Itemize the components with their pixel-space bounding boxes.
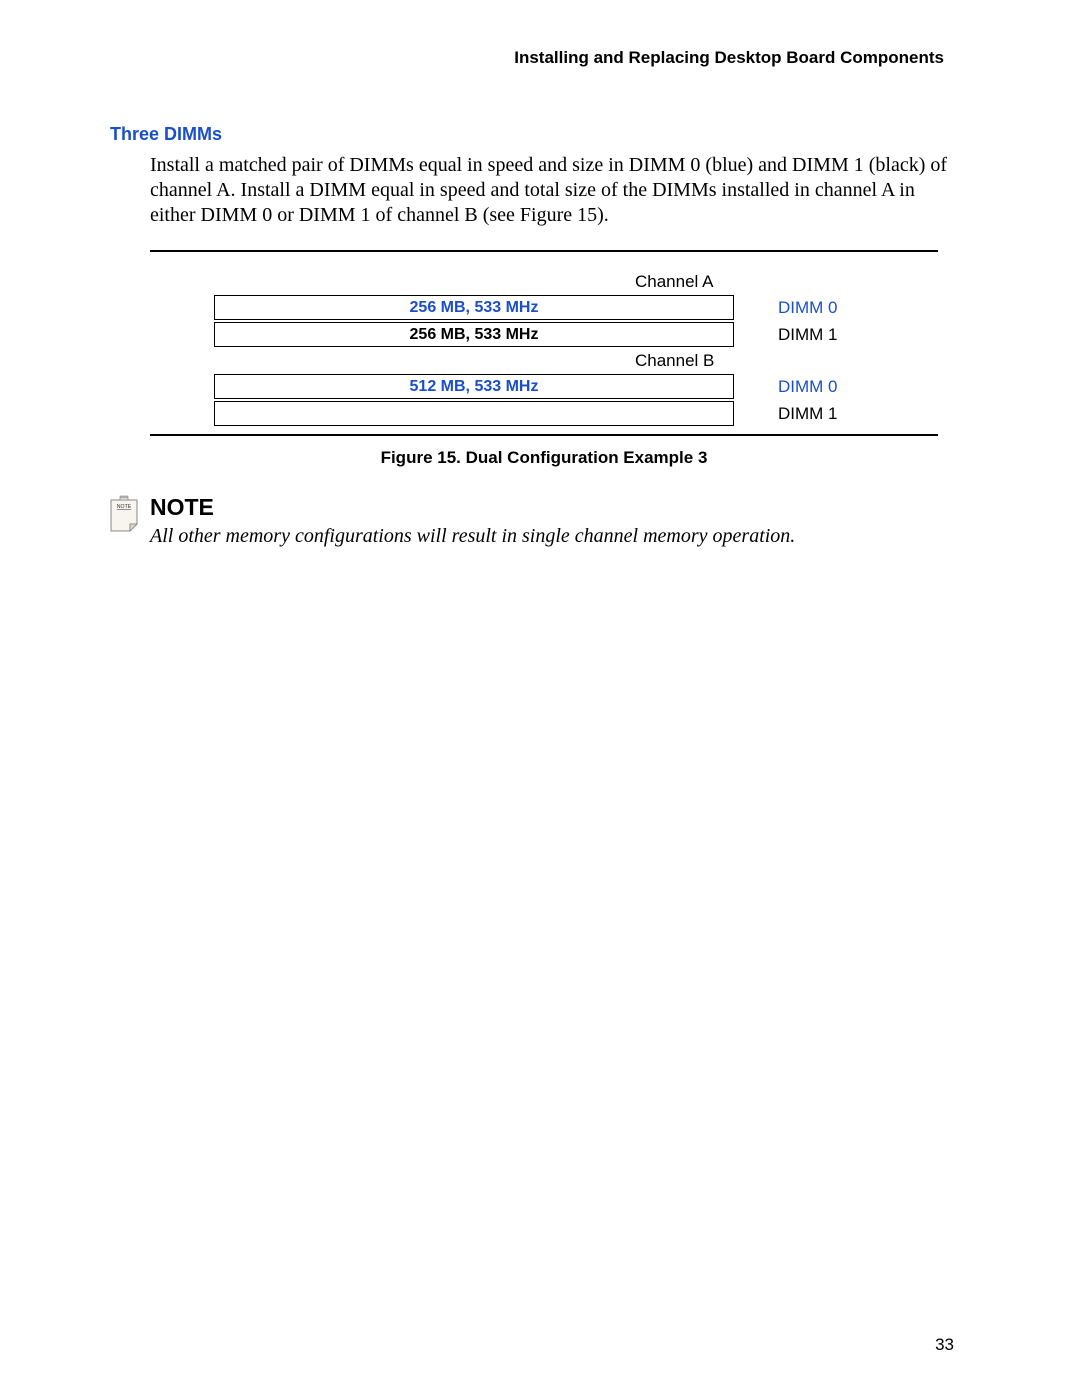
- note-icon: NOTE: [104, 494, 144, 534]
- note-content: NOTE All other memory configurations wil…: [150, 494, 970, 548]
- figure-caption: Figure 15. Dual Configuration Example 3: [150, 448, 938, 468]
- dimm-slot-a0: 256 MB, 533 MHz: [214, 295, 734, 320]
- dimm-label-b1: DIMM 1: [778, 404, 868, 424]
- dimm-row-a0: 256 MB, 533 MHz DIMM 0: [160, 295, 928, 320]
- figure-15: Channel A 256 MB, 533 MHz DIMM 0 256 MB,…: [150, 250, 938, 436]
- dimm-slot-b0: 512 MB, 533 MHz: [214, 374, 734, 399]
- dimm-slot-b1: [214, 401, 734, 426]
- page-number: 33: [935, 1335, 954, 1355]
- dimm-row-b0: 512 MB, 533 MHz DIMM 0: [160, 374, 928, 399]
- dimm-row-a1: 256 MB, 533 MHz DIMM 1: [160, 322, 928, 347]
- section-heading-three-dimms: Three DIMMs: [110, 124, 970, 145]
- page-content: Installing and Replacing Desktop Board C…: [0, 0, 1080, 548]
- running-header: Installing and Replacing Desktop Board C…: [110, 48, 944, 68]
- dimm-label-a0: DIMM 0: [778, 298, 868, 318]
- note-text: All other memory configurations will res…: [150, 525, 970, 548]
- dimm-label-a1: DIMM 1: [778, 325, 868, 345]
- dimm-slot-a1: 256 MB, 533 MHz: [214, 322, 734, 347]
- note-block: NOTE NOTE All other memory configuration…: [110, 494, 970, 548]
- channel-a-label: Channel A: [160, 272, 928, 292]
- dimm-row-b1: DIMM 1: [160, 401, 928, 426]
- svg-text:NOTE: NOTE: [117, 504, 132, 510]
- body-paragraph: Install a matched pair of DIMMs equal in…: [150, 153, 960, 228]
- channel-b-label: Channel B: [160, 351, 928, 371]
- dimm-label-b0: DIMM 0: [778, 377, 868, 397]
- note-heading: NOTE: [150, 494, 970, 521]
